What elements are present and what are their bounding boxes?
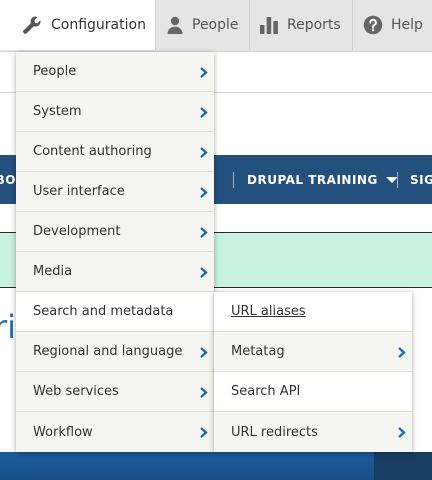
configuration-label: Configuration — [51, 17, 146, 33]
menu-item-people[interactable]: People — [16, 52, 214, 92]
chevron-right-icon — [200, 187, 208, 198]
chevron-right-icon — [200, 67, 208, 78]
configuration-dropdown-menu: People System Content authoring User int… — [16, 52, 214, 452]
submenu-item-label: Search API — [231, 384, 301, 399]
menu-item-content-authoring[interactable]: Content authoring — [16, 132, 214, 172]
search-metadata-submenu: URL aliases Metatag Search API URL redir… — [214, 292, 412, 452]
nav-link-sign[interactable]: SIG — [410, 155, 432, 204]
nav-link-about[interactable]: ABO — [0, 155, 16, 204]
toolbar-people-tab[interactable]: People — [155, 0, 249, 50]
toolbar-reports-tab[interactable]: Reports — [249, 0, 352, 50]
chevron-right-icon — [398, 427, 406, 438]
chevron-right-icon — [398, 347, 406, 358]
page-heading: ri — [0, 308, 16, 346]
submenu-item-url-redirects[interactable]: URL redirects — [214, 412, 412, 452]
menu-item-system[interactable]: System — [16, 92, 214, 132]
chevron-right-icon — [200, 147, 208, 158]
help-label: Help — [391, 17, 423, 33]
menu-item-media[interactable]: Media — [16, 252, 214, 292]
menu-item-label: People — [33, 64, 77, 79]
submenu-item-search-api[interactable]: Search API — [214, 372, 412, 412]
wrench-icon — [23, 16, 41, 34]
person-icon — [167, 16, 183, 34]
footer-band-dark — [374, 452, 432, 480]
menu-item-workflow[interactable]: Workflow — [16, 412, 214, 452]
submenu-item-label: URL redirects — [231, 424, 318, 440]
toolbar-help-tab[interactable]: Help — [352, 0, 432, 50]
menu-item-label: Content authoring — [33, 144, 152, 159]
nav-separator — [233, 172, 234, 188]
menu-item-development[interactable]: Development — [16, 212, 214, 252]
menu-item-label: Development — [33, 224, 121, 239]
chevron-right-icon — [200, 227, 208, 238]
menu-item-user-interface[interactable]: User interface — [16, 172, 214, 212]
chevron-right-icon — [200, 347, 208, 358]
chevron-right-icon — [200, 387, 208, 398]
menu-item-label: Media — [33, 264, 73, 279]
nav-link-drupal-training[interactable]: DRUPAL TRAINING — [247, 155, 398, 204]
chevron-right-icon — [200, 427, 208, 438]
submenu-item-label: URL aliases — [231, 304, 306, 319]
menu-item-label: Workflow — [33, 424, 93, 440]
menu-item-label: System — [33, 104, 82, 119]
submenu-item-label: Metatag — [231, 344, 285, 359]
menu-item-search-and-metadata[interactable]: Search and metadata — [16, 292, 214, 332]
chevron-right-icon — [200, 107, 208, 118]
menu-item-label: Search and metadata — [33, 304, 174, 319]
reports-label: Reports — [287, 17, 341, 33]
menu-item-web-services[interactable]: Web services — [16, 372, 214, 412]
help-icon — [363, 15, 383, 35]
toolbar-configuration-tab[interactable]: Configuration — [0, 0, 155, 50]
chevron-right-icon — [200, 267, 208, 278]
menu-item-regional-and-language[interactable]: Regional and language — [16, 332, 214, 372]
bar-chart-icon — [260, 17, 278, 34]
people-label: People — [192, 17, 239, 33]
menu-item-label: Regional and language — [33, 344, 183, 359]
nav-training-label: DRUPAL TRAINING — [247, 172, 378, 187]
footer-band — [0, 452, 432, 480]
submenu-item-url-aliases[interactable]: URL aliases — [214, 292, 412, 332]
nav-separator — [397, 172, 398, 188]
menu-item-label: Web services — [33, 384, 119, 399]
menu-item-label: User interface — [33, 184, 125, 199]
submenu-item-metatag[interactable]: Metatag — [214, 332, 412, 372]
admin-toolbar: Configuration People Reports Help — [0, 0, 432, 52]
